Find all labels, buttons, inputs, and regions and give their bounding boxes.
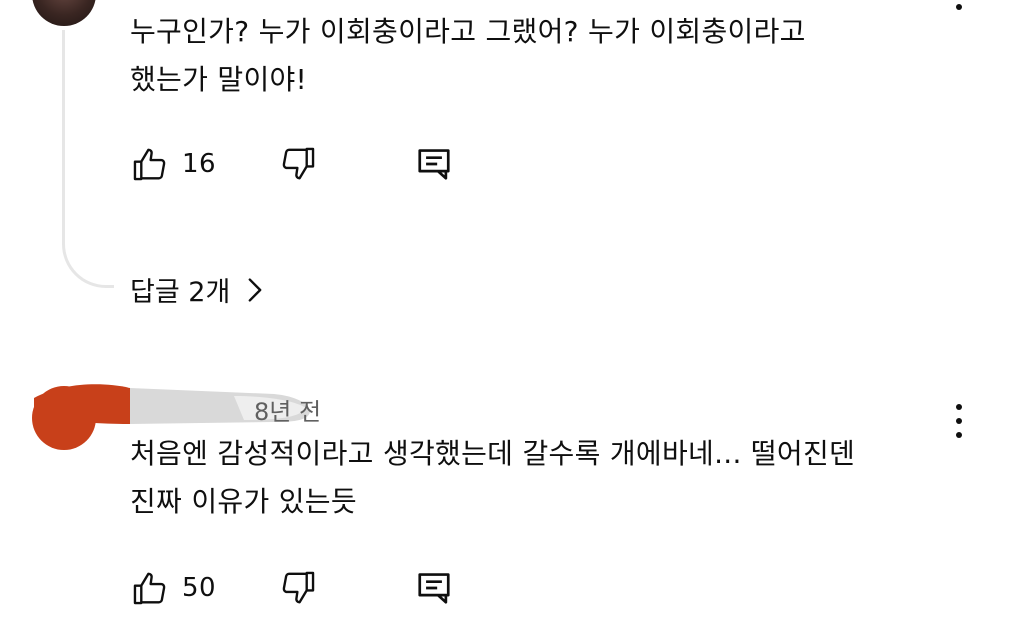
comment-text: 누구인가? 누가 이회충이라고 그랬어? 누가 이회충이라고 했는가 말이야! [130,15,806,96]
like-count: 16 [182,149,217,179]
thread-connector-line [62,30,114,288]
more-options-icon[interactable] [956,404,964,438]
reply-button[interactable] [414,144,454,184]
like-button[interactable]: 16 [130,144,278,184]
comment-reply-icon [414,568,454,608]
comment-actions: 16 [130,142,454,186]
view-replies-button[interactable]: 답글 2개 [130,270,264,309]
more-options-icon[interactable] [956,4,964,16]
comment-reply-icon [414,144,454,184]
comment-thread-page: 누구인가? 누가 이회충이라고 그랬어? 누가 이회충이라고 했는가 말이야! … [0,0,1024,640]
thumb-up-icon [130,144,170,184]
comment-text: 처음엔 감성적이라고 생각했는데 갈수록 개에바네... 떨어진덴 진짜 이유가… [130,437,856,518]
reply-button[interactable] [414,568,454,608]
thumb-down-icon [278,568,318,608]
like-count: 50 [182,573,217,603]
like-button[interactable]: 50 [130,568,278,608]
commenter-avatar[interactable] [32,0,96,26]
thumb-down-icon [278,144,318,184]
dislike-button[interactable] [278,568,414,608]
dislike-button[interactable] [278,144,414,184]
thumb-up-icon [130,568,170,608]
replies-count-label: 답글 2개 [130,277,231,308]
comment-timestamp: 8년 전 [254,398,322,426]
chevron-right-icon [246,277,264,303]
comment-actions: 50 [130,566,454,610]
